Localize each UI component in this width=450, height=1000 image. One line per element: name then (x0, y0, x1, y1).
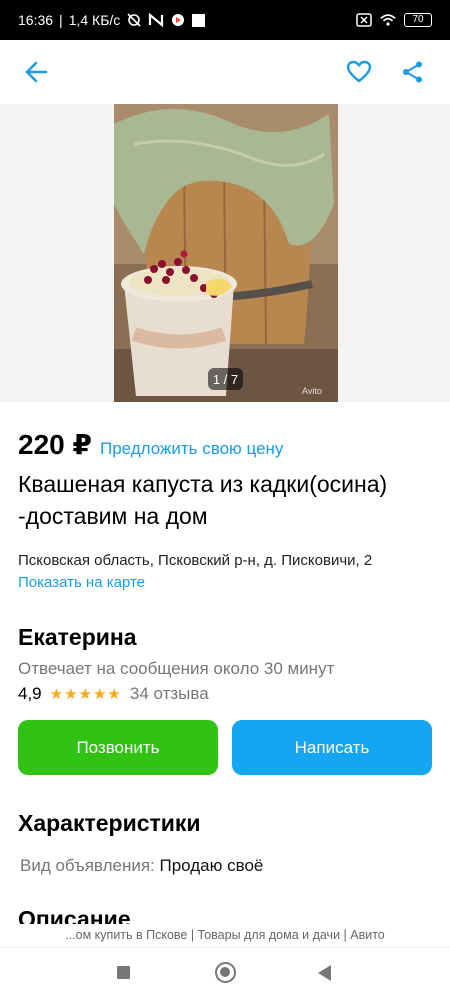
offer-price-link[interactable]: Предложить свою цену (100, 439, 283, 459)
status-time: 16:36 (18, 12, 54, 28)
photo-counter: 1 / 7 (208, 368, 243, 390)
muted-alarm-icon (127, 13, 141, 27)
photo-gallery[interactable] (0, 104, 450, 402)
status-speed: 1,4 КБ/с (68, 12, 121, 28)
heart-icon (346, 60, 372, 83)
product-photo[interactable] (114, 104, 338, 402)
call-button[interactable]: Позвонить (18, 720, 218, 775)
sim-x-icon (356, 13, 372, 27)
share-icon (403, 61, 422, 83)
seller-name[interactable]: Екатерина (18, 624, 137, 651)
back-button[interactable] (20, 58, 52, 86)
spec-label: Вид объявления: (20, 856, 155, 875)
battery-icon: 70 (404, 13, 432, 27)
app-n-icon (149, 13, 164, 27)
spec-value: Продаю своё (159, 856, 264, 875)
page-title-bar: ...ом купить в Пскове | Товары для дома … (0, 924, 450, 948)
seller-reply-time: Отвечает на сообщения около 30 минут (18, 659, 335, 678)
square-icon (192, 13, 206, 27)
price-row: 220 ₽ Предложить свою цену (18, 428, 283, 461)
spec-row: Вид объявления: Продаю своё (20, 856, 263, 876)
status-separator: | (59, 12, 63, 28)
show-on-map-link[interactable]: Показать на карте (18, 574, 145, 591)
avito-watermark: Avito (302, 386, 322, 396)
favorite-button[interactable] (344, 58, 374, 86)
rating-stars: ★★★★★ (49, 686, 122, 703)
status-right: 70 (356, 13, 432, 27)
characteristics-title: Характеристики (18, 810, 201, 836)
rating-value: 4,9 (18, 684, 42, 703)
back-arrow-icon (25, 61, 48, 83)
write-button[interactable]: Написать (232, 720, 432, 775)
home-icon[interactable] (215, 962, 236, 983)
recents-icon[interactable] (117, 966, 130, 979)
app-bar (0, 40, 450, 104)
status-left: 16:36 | 1,4 КБ/с (18, 12, 206, 28)
status-bar: 16:36 | 1,4 КБ/с 70 (0, 0, 450, 40)
wifi-icon (380, 14, 396, 26)
share-button[interactable] (398, 58, 428, 86)
price: 220 ₽ (18, 429, 92, 460)
reviews-count[interactable]: 34 отзыва (130, 684, 209, 704)
system-nav-bar (0, 948, 450, 1000)
listing-address: Псковская область, Псковский р-н, д. Пис… (18, 552, 373, 569)
play-icon (172, 14, 185, 26)
listing-title: Квашеная капуста из кадки(осина) -достав… (18, 471, 388, 529)
seller-rating[interactable]: 4,9 ★★★★★ 34 отзыва (18, 684, 209, 704)
back-icon[interactable] (318, 965, 331, 981)
